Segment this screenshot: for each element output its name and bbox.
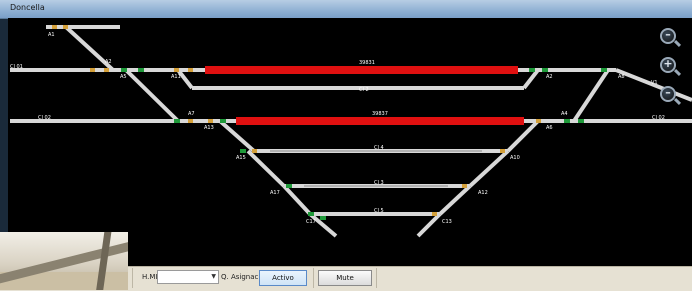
- signal: [104, 68, 109, 72]
- signal: [529, 68, 535, 72]
- hmi-select[interactable]: ▼: [157, 270, 219, 284]
- label-c17: C17: [306, 219, 316, 225]
- signal: [188, 68, 193, 72]
- magnifier-icon: –: [665, 28, 671, 41]
- label-ci1-mid: CI 02: [38, 115, 51, 121]
- zoom-reset-button[interactable]: –: [660, 28, 682, 48]
- label-ci3: CI 3: [374, 180, 384, 186]
- activo-button[interactable]: Activo: [259, 270, 307, 286]
- toolbar-separator: [313, 268, 314, 288]
- main-window: Doncella A1 A2 CI 01 A5 A11 39831 CI 2 A…: [0, 0, 692, 291]
- occupied-section-2: [236, 117, 524, 125]
- label-a8: A8: [618, 74, 625, 80]
- signal: [138, 68, 144, 72]
- label-ci4: CI 4: [374, 145, 384, 151]
- label-red2: 39837: [372, 111, 388, 117]
- track-a8-diag: [572, 68, 610, 123]
- track-diagram-canvas[interactable]: A1 A2 CI 01 A5 A11 39831 CI 2 A2 A8 V1 C…: [8, 18, 692, 266]
- camera-photo: [0, 232, 128, 290]
- label-red1: 39831: [359, 60, 375, 66]
- signal: [500, 149, 505, 153]
- label-a1: A1: [48, 32, 55, 38]
- signal: [564, 119, 570, 123]
- label-a4: A4: [561, 111, 568, 117]
- window-title: Doncella: [10, 3, 45, 12]
- signal: [432, 212, 437, 216]
- label-ci5: CI 5: [374, 208, 384, 214]
- label-a13: A13: [204, 125, 214, 131]
- toolbar-separator: [376, 268, 377, 288]
- signal: [63, 25, 68, 29]
- signal: [174, 119, 180, 123]
- label-a10: A10: [510, 155, 520, 161]
- signal: [252, 149, 257, 153]
- signal: [462, 184, 467, 188]
- label-a2-right: A2: [546, 74, 553, 80]
- label-a15: A15: [236, 155, 246, 161]
- label-a17: A17: [270, 190, 280, 196]
- signal: [320, 216, 326, 220]
- signal: [52, 25, 57, 29]
- signal: [208, 119, 213, 123]
- signal: [240, 149, 246, 153]
- track-a13-diag: [218, 119, 256, 153]
- track-a17-diag: [246, 149, 286, 188]
- label-a11: A11: [171, 74, 181, 80]
- label-ci1-left: CI 01: [10, 64, 23, 70]
- zoom-out-button[interactable]: –: [660, 86, 682, 106]
- signal: [536, 119, 541, 123]
- signal: [578, 119, 584, 123]
- title-bar: Doncella: [0, 0, 692, 19]
- track-a10-diag: [506, 119, 540, 153]
- zoom-in-button[interactable]: +: [660, 57, 682, 77]
- signal: [542, 68, 548, 72]
- zoom-out-icon: –: [665, 86, 671, 99]
- label-a12: A12: [478, 190, 488, 196]
- track-a12-diag: [468, 149, 510, 188]
- signal: [121, 68, 127, 72]
- label-ci2: CI 2: [359, 87, 369, 93]
- label-ci1-right: CI 02: [652, 115, 665, 121]
- signal: [188, 119, 193, 123]
- occupied-section-1: [205, 66, 518, 74]
- label-right-top: V1: [651, 80, 658, 86]
- track-c13-diag: [416, 212, 442, 238]
- label-a5: A5: [120, 74, 127, 80]
- toolbar-separator: [132, 268, 133, 288]
- signal: [174, 68, 179, 72]
- signal: [601, 68, 607, 72]
- label-a7: A7: [188, 111, 195, 117]
- signal: [286, 184, 292, 188]
- chevron-down-icon: ▼: [211, 273, 216, 280]
- track-diagram: A1 A2 CI 01 A5 A11 39831 CI 2 A2 A8 V1 C…: [10, 25, 692, 238]
- label-a2: A2: [105, 59, 112, 65]
- label-c13: C13: [442, 219, 452, 225]
- signal: [90, 68, 95, 72]
- label-a6: A6: [546, 125, 553, 131]
- signal: [308, 212, 314, 216]
- mute-button[interactable]: Mute: [318, 270, 372, 286]
- zoom-in-icon: +: [663, 57, 673, 70]
- signal: [220, 119, 226, 123]
